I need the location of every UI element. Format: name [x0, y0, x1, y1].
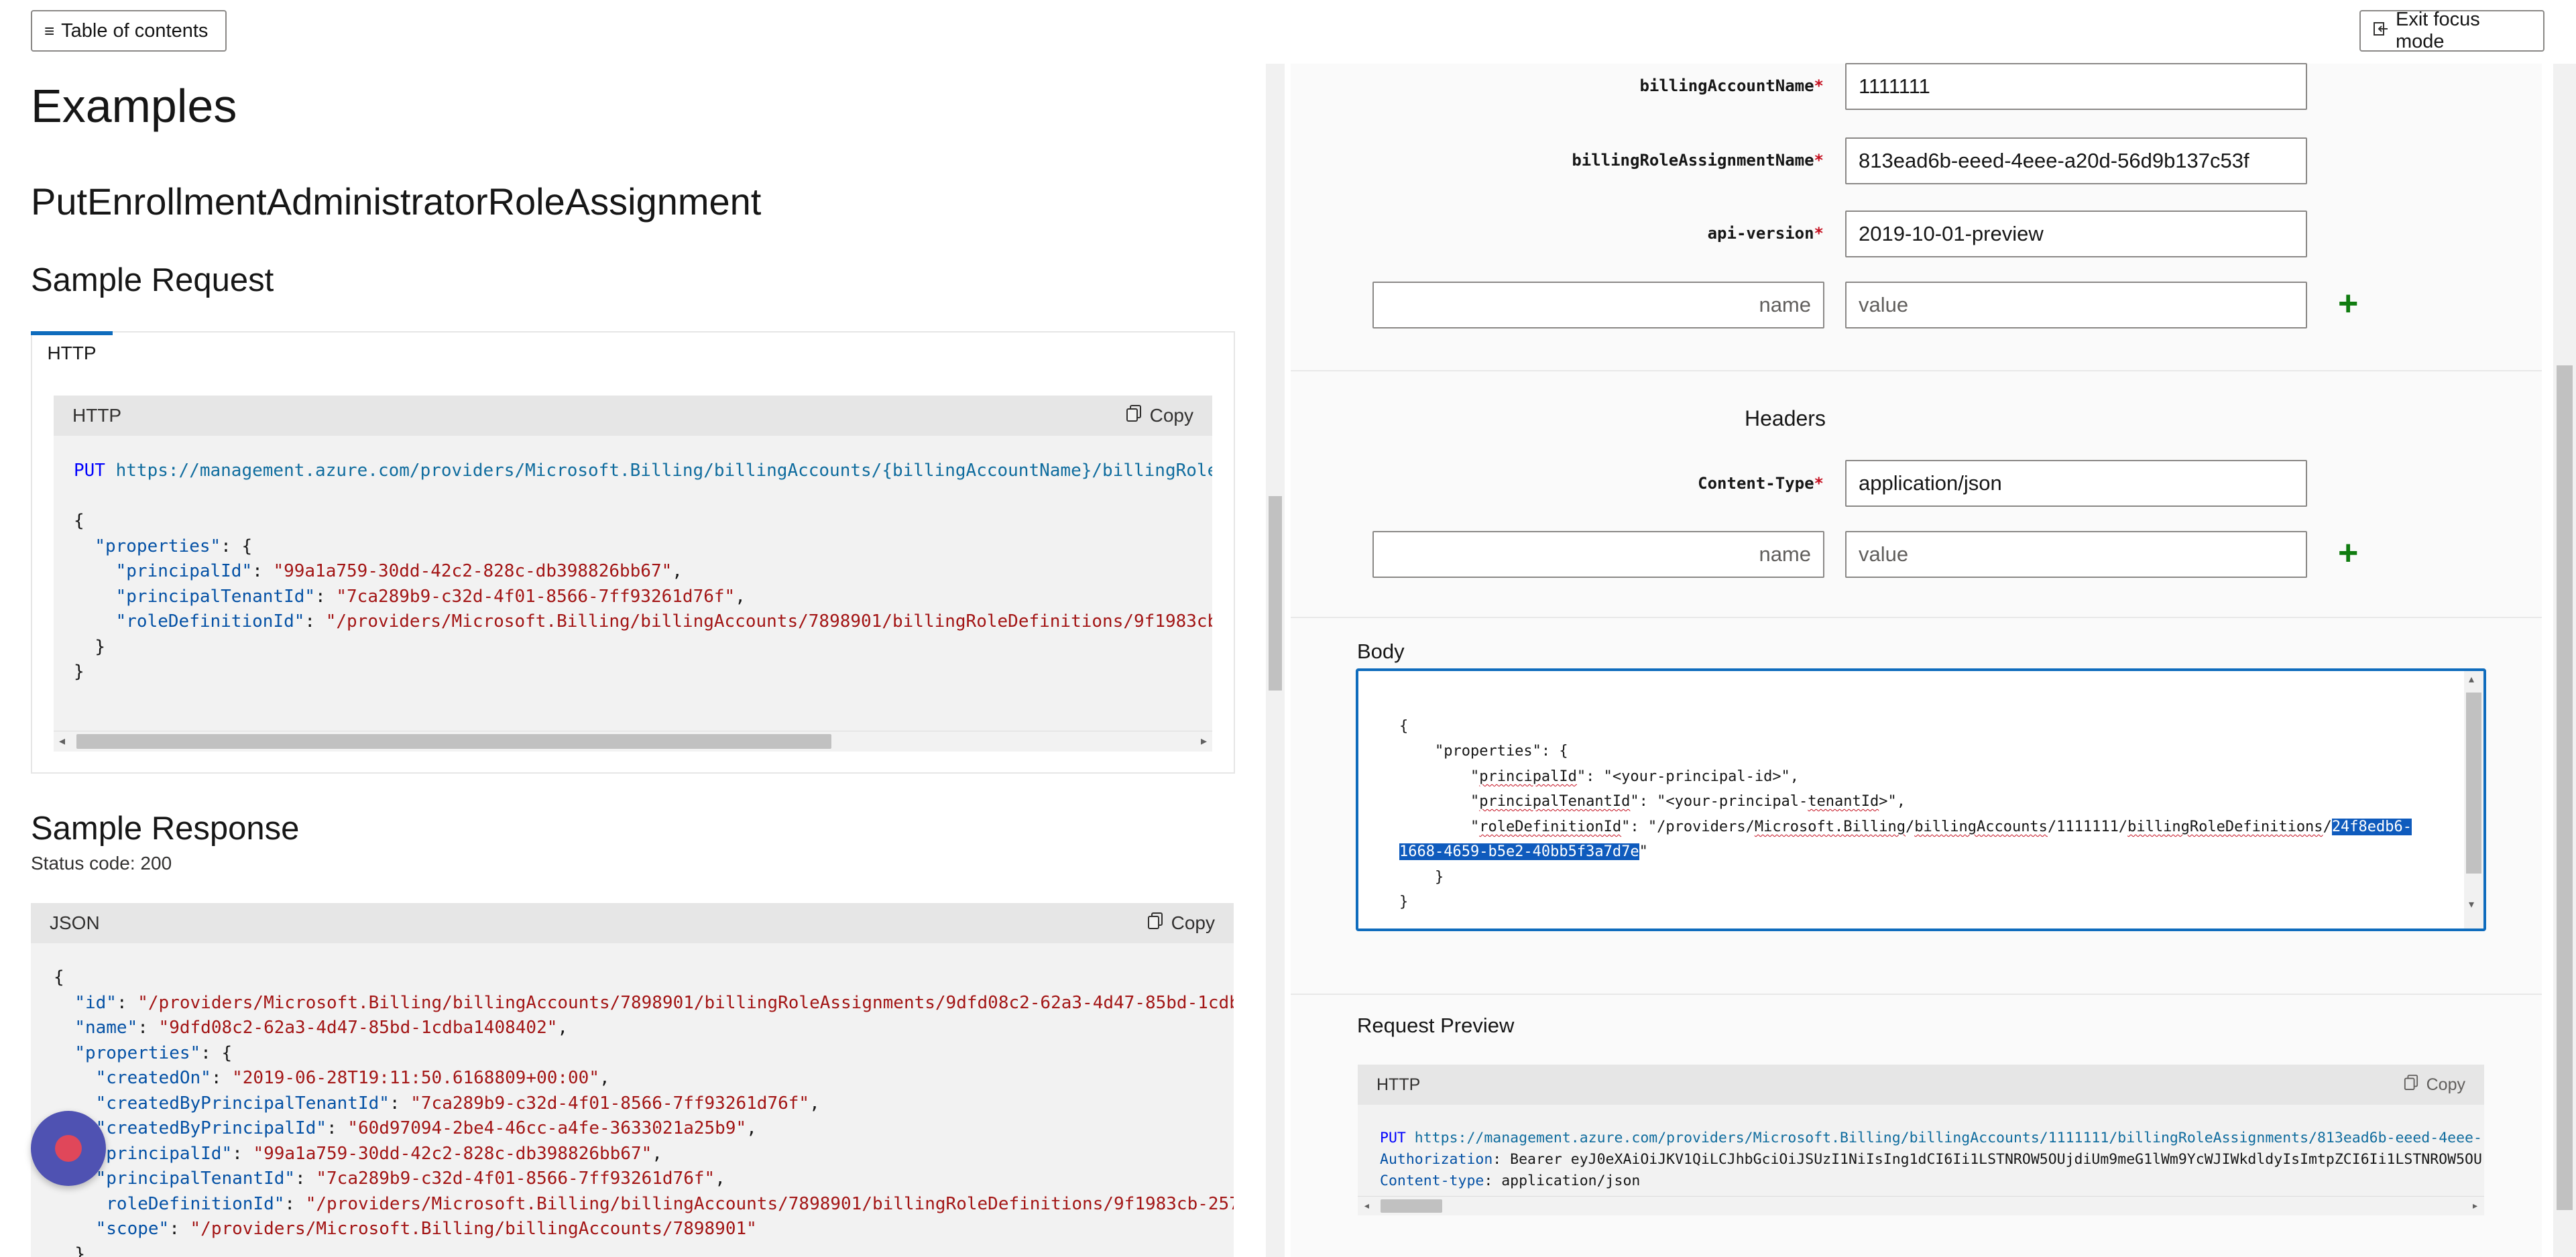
body-vertical-scrollbar[interactable]: ▴ ▾ — [2464, 671, 2483, 929]
header-value-input[interactable]: value — [1845, 531, 2307, 578]
json-key: "roleDefinitionId" — [115, 611, 305, 632]
scrollbar-thumb[interactable] — [1269, 496, 1282, 691]
request-copy-button[interactable]: Copy — [1126, 404, 1193, 427]
copy-label: Copy — [1149, 405, 1193, 426]
copy-label: Copy — [1171, 912, 1215, 933]
exit-label: Exit focus mode — [2396, 9, 2480, 52]
left-vertical-scrollbar[interactable] — [1266, 64, 1285, 1257]
code-line: { — [74, 511, 84, 531]
examples-heading: Examples — [31, 80, 237, 132]
preview-code-body: PUT https://management.azure.com/provide… — [1358, 1105, 2484, 1215]
scroll-left-arrow[interactable]: ◂ — [59, 734, 65, 748]
body-label: Body — [1357, 640, 1405, 663]
copy-icon — [1126, 404, 1142, 427]
scrollbar-thumb[interactable] — [1381, 1199, 1442, 1213]
body-line: "principalId": "<your-principal-id>", — [1399, 768, 1800, 785]
headers-heading: Headers — [1745, 406, 1826, 430]
param-value-input[interactable]: value — [1845, 282, 2307, 328]
preview-code-header: HTTP Copy — [1358, 1065, 2484, 1105]
hamburger-icon: ≡ — [44, 20, 55, 41]
request-url: https://management.azure.com/providers/M… — [115, 461, 1212, 481]
billing-role-assignment-name-input[interactable]: 813ead6b-eeed-4eee-a20d-56d9b137c53f — [1845, 137, 2307, 184]
body-line: "roleDefinitionId": "/providers/Microsof… — [1399, 819, 2412, 835]
right-vertical-scrollbar[interactable] — [2553, 64, 2576, 1257]
divider — [1291, 617, 2542, 618]
body-line: "principalTenantId": "<your-principal-te… — [1399, 793, 1906, 810]
divider — [1291, 370, 2542, 371]
copy-icon — [2404, 1074, 2418, 1095]
table-of-contents-button[interactable]: ≡ Table of contents — [31, 10, 227, 52]
header-label: Content-Type* — [1698, 474, 1824, 493]
body-line: } — [1399, 894, 1409, 910]
add-header-button[interactable]: + — [2338, 536, 2358, 571]
divider — [1291, 994, 2542, 995]
scroll-left-arrow[interactable]: ◂ — [1363, 1199, 1370, 1213]
response-code-header: JSON Copy — [31, 903, 1234, 943]
sample-request-heading: Sample Request — [31, 262, 274, 298]
request-code-lang: HTTP — [72, 405, 122, 426]
billing-account-name-input[interactable]: 1111111 — [1845, 63, 2307, 110]
request-code-body: PUT https://management.azure.com/provide… — [54, 436, 1212, 731]
body-line: { — [1399, 718, 1409, 735]
json-key: "properties" — [95, 536, 221, 556]
scrollbar-thumb[interactable] — [76, 734, 831, 749]
copy-icon — [1147, 912, 1163, 935]
json-value: "7ca289b9-c32d-4f01-8566-7ff93261d76f" — [336, 586, 736, 607]
exit-focus-mode-button[interactable]: Exit focus mode — [2359, 9, 2544, 52]
exit-icon — [2373, 20, 2389, 42]
body-line: "properties": { — [1399, 743, 1568, 760]
scroll-up-arrow[interactable]: ▴ — [2469, 672, 2474, 686]
selected-text: 24f8edb6- — [2331, 819, 2412, 835]
param-label: billingAccountName* — [1639, 76, 1824, 95]
request-preview-heading: Request Preview — [1357, 1014, 1515, 1037]
request-code-header: HTTP Copy — [54, 396, 1212, 436]
record-icon — [55, 1135, 82, 1162]
response-code-body: { "id": "/providers/Microsoft.Billing/bi… — [31, 943, 1234, 1257]
selected-text: 1668-4659-b5e2-40bb5f3a7d7e — [1399, 843, 1639, 860]
sample-response-heading: Sample Response — [31, 811, 300, 847]
tab-http[interactable]: HTTP — [31, 331, 113, 371]
json-value: "99a1a759-30dd-42c2-828c-db398826bb67" — [273, 561, 672, 581]
json-key: "principalId" — [115, 561, 253, 581]
toc-label: Table of contents — [61, 19, 209, 42]
record-button[interactable] — [31, 1111, 106, 1186]
scroll-down-arrow[interactable]: ▾ — [2469, 898, 2474, 911]
response-code-lang: JSON — [50, 912, 100, 933]
api-version-input[interactable]: 2019-10-01-preview — [1845, 211, 2307, 257]
operation-title: PutEnrollmentAdministratorRoleAssignment — [31, 180, 762, 223]
json-key: "principalTenantId" — [115, 586, 316, 607]
param-label: billingRoleAssignmentName* — [1572, 151, 1824, 170]
param-name-input[interactable]: name — [1372, 282, 1824, 328]
json-value: "/providers/Microsoft.Billing/billingAcc… — [325, 611, 1212, 632]
scroll-right-arrow[interactable]: ▸ — [2471, 1199, 2479, 1213]
preview-horizontal-scrollbar[interactable]: ◂ ▸ — [1358, 1196, 2484, 1215]
body-line: 1668-4659-b5e2-40bb5f3a7d7e" — [1399, 843, 1648, 860]
content-type-input[interactable]: application/json — [1845, 460, 2307, 507]
status-code: Status code: 200 — [31, 853, 172, 874]
scrollbar-thumb[interactable] — [2557, 365, 2573, 1210]
copy-label: Copy — [2426, 1075, 2465, 1094]
scroll-right-arrow[interactable]: ▸ — [1201, 734, 1207, 748]
preview-code-lang: HTTP — [1377, 1075, 1421, 1094]
scrollbar-thumb[interactable] — [2466, 693, 2481, 874]
preview-copy-button[interactable]: Copy — [2404, 1074, 2465, 1095]
body-line: } — [1399, 869, 1444, 886]
body-textarea[interactable]: { "properties": { "principalId": "<your-… — [1356, 668, 2486, 931]
http-method: PUT — [74, 461, 105, 481]
header-name-input[interactable]: name — [1372, 531, 1824, 578]
request-horizontal-scrollbar[interactable]: ◂ ▸ — [54, 731, 1212, 752]
add-param-button[interactable]: + — [2338, 286, 2358, 321]
param-label: api-version* — [1707, 224, 1824, 243]
response-copy-button[interactable]: Copy — [1147, 912, 1215, 935]
